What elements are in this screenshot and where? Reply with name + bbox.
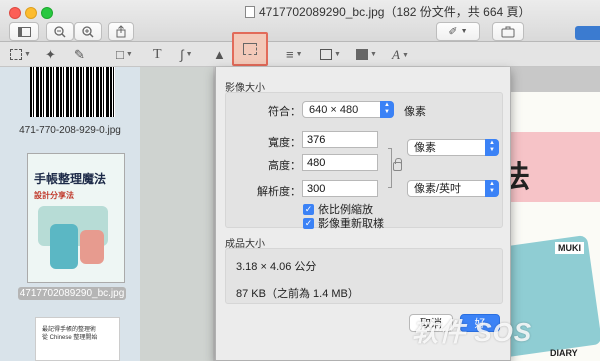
chevron-updown-icon: ▲ ▼ — [485, 180, 499, 197]
resolution-unit-select[interactable]: 像素/英吋 ▲ ▼ — [407, 180, 499, 197]
sketch-tool[interactable]: ✎ — [74, 46, 85, 63]
resample-image-checkbox[interactable]: ✓ 影像重新取樣 — [303, 215, 384, 231]
magic-wand-icon: ✦ — [45, 46, 56, 62]
book-subtitle-line: 設計分享法 — [34, 191, 74, 200]
markup-pen-button[interactable]: ✐ ▼ — [436, 22, 480, 41]
window-edge-decoration — [575, 26, 600, 40]
chevron-updown-icon: ▲ ▼ — [485, 139, 499, 156]
adjust-color-tool[interactable]: ▲ — [213, 46, 226, 63]
image-size-group: 符合： 640 × 480 ▲ ▼ 像素 寬度： 376 像素 ▲ ▼ 高度： 48… — [225, 92, 503, 231]
text-tool[interactable]: T — [153, 46, 162, 63]
crop-icon — [243, 43, 257, 55]
thumbnail-label: 471-770-208-929-0.jpg — [19, 125, 121, 136]
chevron-down-icon: ▼ — [334, 51, 341, 58]
shapes-tool[interactable]: □ ▼ — [116, 46, 133, 63]
chevron-down-icon: ▼ — [24, 51, 31, 58]
selection-tool[interactable]: ▼ — [10, 46, 31, 63]
minimize-window-button[interactable] — [25, 7, 37, 19]
barcode-thumbnail[interactable] — [30, 67, 115, 117]
sidebar-icon — [17, 26, 31, 37]
size-unit-select[interactable]: 像素 ▲ ▼ — [407, 139, 499, 156]
line-style-tool[interactable]: ≡ ▼ — [286, 46, 303, 63]
border-color-icon — [320, 49, 332, 60]
cover-art — [80, 230, 104, 264]
document-margin — [140, 67, 213, 361]
checkmark-icon: ✓ — [303, 203, 314, 215]
height-field[interactable]: 480 — [302, 154, 378, 171]
document-icon — [245, 5, 255, 18]
thumbnail-label-selected: 4717702089290_bc.jpg — [18, 287, 126, 300]
fit-unit-label: 像素 — [404, 106, 426, 118]
resulting-size-group: 3.18 × 4.06 公分 87 KB（之前為 1.4 MB） — [225, 248, 503, 304]
height-label: 高度： — [268, 160, 301, 172]
book-title: 手帳整理魔法 設計分享法 — [34, 172, 106, 203]
resolution-unit-value: 像素/英吋 — [414, 182, 462, 195]
sidebar-toggle-button[interactable] — [9, 22, 39, 41]
zoom-in-button[interactable] — [74, 22, 102, 41]
selection-icon — [10, 49, 22, 60]
crop-tool-button[interactable] — [232, 32, 268, 66]
window-title-text: 4717702089290_bc.jpg（182 份文件，共 664 頁） — [259, 5, 531, 19]
toolbox-icon — [501, 26, 515, 37]
lock-icon[interactable] — [393, 158, 402, 171]
sign-icon: ∫ — [180, 47, 184, 62]
pen-icon: ✐ — [448, 26, 458, 38]
zoom-out-button[interactable] — [46, 22, 74, 41]
page-label: MUKI — [555, 242, 584, 254]
zoom-out-icon — [54, 25, 66, 37]
text-style-tool[interactable]: A ▼ — [392, 46, 409, 63]
resolution-field[interactable]: 300 — [302, 180, 378, 197]
fit-into-select[interactable]: 640 × 480 ▲ ▼ — [302, 101, 394, 118]
book2-text: 最記得手帳的整理術 — [42, 327, 97, 333]
chevron-updown-icon: ▲ ▼ — [380, 101, 394, 118]
instant-alpha-tool[interactable]: ✦ — [45, 46, 56, 63]
share-button[interactable] — [108, 22, 134, 41]
window-title: 4717702089290_bc.jpg（182 份文件，共 664 頁） — [245, 3, 575, 20]
size-unit-value: 像素 — [414, 141, 436, 154]
book-cover-thumbnail[interactable]: 手帳整理魔法 設計分享法 — [27, 153, 125, 283]
result-dimensions: 3.18 × 4.06 公分 — [236, 261, 317, 273]
markup-toolbar: ▼ ✦ ✎ □ ▼ T ∫ ▼ ▲ ≡ ▼ ▼ ▼ A ▼ — [0, 42, 600, 67]
text-style-icon: A — [392, 46, 400, 62]
result-filesize: 87 KB（之前為 1.4 MB） — [236, 288, 359, 300]
shapes-icon: □ — [116, 47, 124, 62]
share-icon — [116, 25, 126, 38]
page-label: DIARY — [550, 348, 578, 358]
fit-label: 符合： — [268, 106, 301, 118]
maximize-window-button[interactable] — [41, 7, 53, 19]
zoom-in-icon — [82, 25, 94, 37]
fit-into-value: 640 × 480 — [309, 103, 359, 116]
book-title-line: 手帳整理魔法 — [34, 172, 107, 186]
width-label: 寬度： — [268, 137, 301, 149]
resample-image-label: 影像重新取樣 — [318, 218, 384, 230]
text-icon: T — [153, 46, 162, 62]
markup-toolbar-button[interactable] — [492, 22, 524, 41]
chevron-down-icon: ▼ — [370, 51, 377, 58]
sign-tool[interactable]: ∫ ▼ — [180, 46, 193, 63]
fill-color-icon — [356, 49, 368, 60]
adjust-color-icon: ▲ — [213, 47, 226, 62]
chevron-down-icon: ▼ — [295, 51, 303, 58]
chevron-down-icon: ▼ — [401, 50, 409, 59]
sketch-icon: ✎ — [74, 46, 85, 62]
chevron-down-icon: ▼ — [185, 51, 193, 58]
proportion-bracket — [388, 148, 392, 188]
border-color-tool[interactable]: ▼ — [320, 46, 341, 63]
fill-color-tool[interactable]: ▼ — [356, 46, 377, 63]
book2-text: 從 Chinese 整理開始 — [42, 335, 98, 341]
resolution-label: 解析度： — [257, 186, 301, 198]
thumbnail-sidebar: 471-770-208-929-0.jpg 手帳整理魔法 設計分享法 47177… — [0, 67, 140, 361]
close-window-button[interactable] — [9, 7, 21, 19]
watermark: 软件 SOS — [412, 317, 533, 347]
chevron-down-icon: ▼ — [125, 51, 133, 58]
book-back-thumbnail[interactable]: 最記得手帳的整理術 從 Chinese 整理開始 — [35, 317, 120, 361]
chevron-down-icon: ▼ — [460, 28, 468, 35]
checkmark-icon: ✓ — [303, 217, 314, 229]
title-bar: 4717702089290_bc.jpg（182 份文件，共 664 頁） ✐ … — [0, 0, 600, 42]
cover-art — [50, 224, 78, 269]
line-style-icon: ≡ — [286, 47, 294, 62]
width-field[interactable]: 376 — [302, 131, 378, 148]
